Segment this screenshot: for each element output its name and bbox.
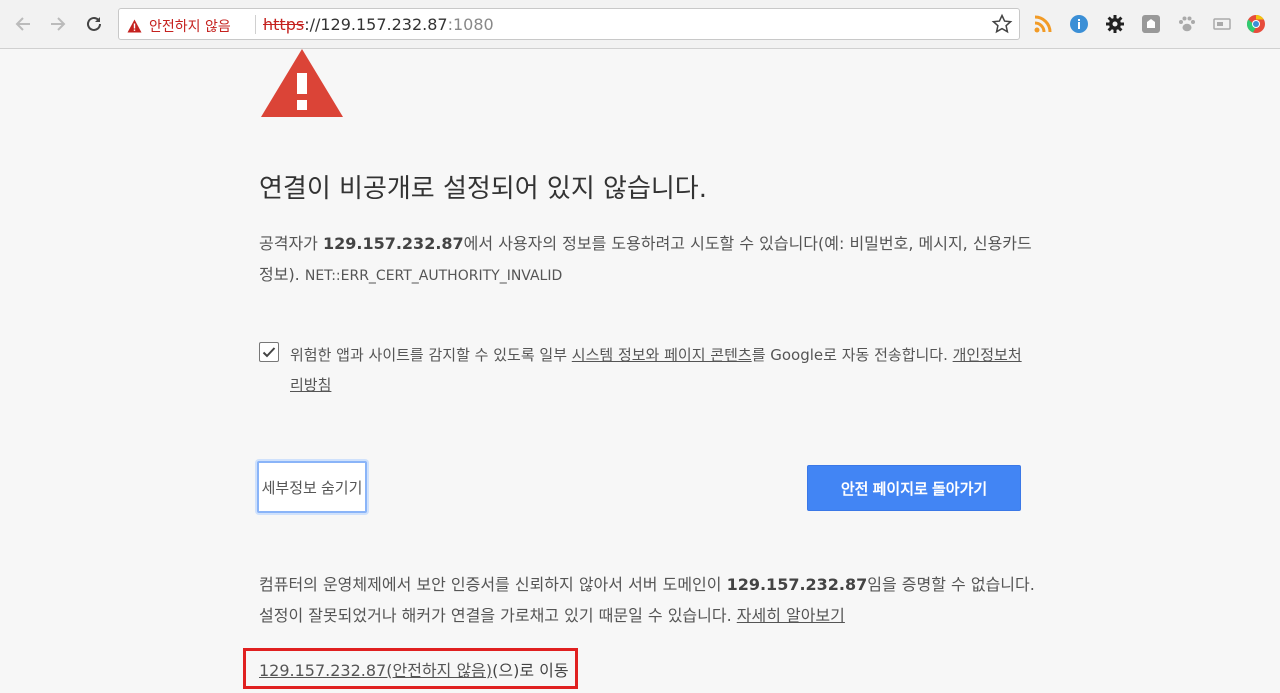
browser-toolbar: 안전하지 않음 https://129.157.232.87:1080: [0, 0, 1280, 49]
paw-icon[interactable]: [1175, 12, 1199, 36]
checkmark-icon: [262, 347, 276, 358]
address-bar[interactable]: 안전하지 않음 https://129.157.232.87:1080: [118, 8, 1020, 40]
opt-in-text-pre: 위험한 앱과 사이트를 감지할 수 있도록 일부: [290, 346, 572, 364]
warning-triangle-icon: [260, 47, 344, 123]
details-host: 129.157.232.87: [726, 575, 868, 594]
safe-browsing-checkbox[interactable]: [259, 342, 279, 362]
hide-details-button[interactable]: 세부정보 숨기기: [257, 461, 367, 513]
proceed-suffix: (으)로 이동: [492, 660, 569, 680]
learn-more-link[interactable]: 자세히 알아보기: [737, 606, 845, 625]
page-title: 연결이 비공개로 설정되어 있지 않습니다.: [259, 174, 707, 204]
url-separator: ://: [304, 15, 321, 34]
warning-small-icon: [127, 19, 142, 33]
error-code: NET::ERR_CERT_AUTHORITY_INVALID: [304, 268, 563, 284]
attack-description: 공격자가 129.157.232.87에서 사용자의 정보를 도용하려고 시도할…: [259, 228, 1039, 292]
proceed-unsafe-row: 129.157.232.87(안전하지 않음) (으)로 이동: [243, 648, 578, 689]
shield-icon[interactable]: [1139, 12, 1163, 36]
url-text[interactable]: https://129.157.232.87:1080: [263, 15, 494, 34]
rss-icon[interactable]: [1031, 12, 1055, 36]
system-info-link[interactable]: 시스템 정보와 페이지 콘텐츠: [572, 346, 752, 364]
url-port: :1080: [447, 15, 494, 34]
security-label: 안전하지 않음: [149, 19, 231, 35]
reload-icon[interactable]: [81, 11, 107, 37]
screen-icon[interactable]: [1210, 12, 1234, 36]
forward-icon[interactable]: [45, 11, 71, 37]
opt-in-text-mid: 를 Google로 자동 전송합니다.: [751, 346, 953, 364]
url-host: 129.157.232.87: [320, 15, 448, 34]
host-name: 129.157.232.87: [322, 234, 464, 253]
details-text-pre: 컴퓨터의 운영체제에서 보안 인증서를 신뢰하지 않아서 서버 도메인이: [259, 575, 727, 594]
gear-icon[interactable]: [1103, 12, 1127, 36]
chrome-menu-icon[interactable]: [1244, 12, 1268, 36]
info-icon[interactable]: [1067, 12, 1091, 36]
security-indicator[interactable]: 안전하지 않음: [127, 16, 231, 36]
url-scheme: https: [263, 15, 305, 34]
back-to-safety-button[interactable]: 안전 페이지로 돌아가기: [807, 465, 1021, 511]
proceed-unsafe-link[interactable]: 129.157.232.87(안전하지 않음): [259, 657, 492, 681]
omnibox-divider: [255, 15, 256, 34]
back-icon[interactable]: [10, 11, 36, 37]
details-text: 컴퓨터의 운영체제에서 보안 인증서를 신뢰하지 않아서 서버 도메인이 129…: [259, 569, 1039, 631]
opt-in-text: 위험한 앱과 사이트를 감지할 수 있도록 일부 시스템 정보와 페이지 콘텐츠…: [290, 340, 1030, 400]
bookmark-star-icon[interactable]: [991, 13, 1013, 39]
description-text: 공격자가: [259, 234, 323, 253]
